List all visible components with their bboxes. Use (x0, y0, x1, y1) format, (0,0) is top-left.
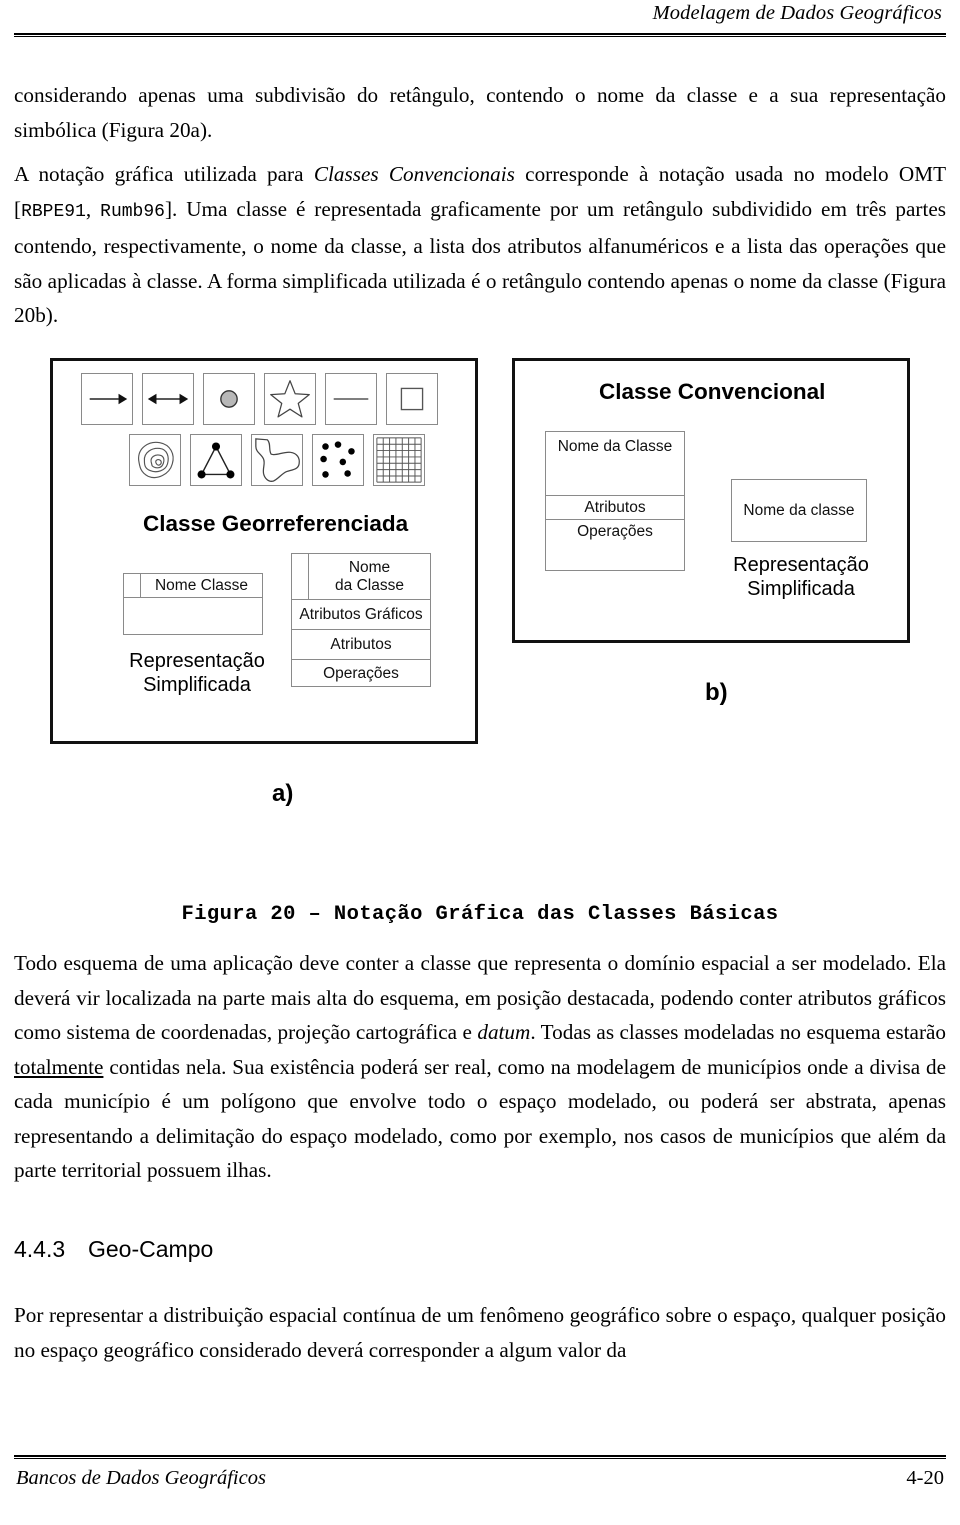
group-title-georreferenciada: Classe Georreferenciada (143, 511, 409, 536)
paragraph-2-sep: , (85, 196, 101, 221)
double-arrow-icon (142, 373, 194, 425)
figure-caption: Figura 20 – Notação Gráfica das Classes … (181, 903, 779, 926)
class-row-operations: Operações (323, 665, 399, 683)
paragraph-3-emphasis: datum (477, 1020, 531, 1044)
contour-lines-icon (129, 434, 181, 486)
class-box-conventional-simplified: Nome da classe (731, 479, 867, 542)
class-name-row: Nome Classe (124, 574, 262, 598)
paragraph-1: considerando apenas uma subdivisão do re… (14, 78, 946, 147)
header-rule (14, 33, 946, 37)
figure-panel-b-label: b) (705, 679, 728, 706)
triangle-network-icon (190, 434, 242, 486)
paragraph-4-text: Por representar a distribuição espacial … (14, 1303, 946, 1362)
class-row-graphic-attributes: Atributos Gráficos (292, 600, 430, 630)
section-title: Geo-Campo (88, 1236, 214, 1262)
class-box-geo-full: Nome da Classe Atributos Gráficos Atribu… (291, 553, 431, 687)
paragraph-4: Por representar a distribuição espacial … (14, 1298, 946, 1367)
geo-simplified-caption-line2: Simplificada (143, 674, 251, 697)
group-title-convencional: Classe Convencional (599, 379, 826, 404)
figure-panel-b: Classe Convencional Nome da Classe Atrib… (512, 358, 910, 643)
paragraph-2-emphasis: Classes Convencionais (313, 162, 515, 186)
figure-20: Classe Georreferenciada Nome Classe Repr… (0, 352, 960, 912)
regular-grid-icon (373, 434, 425, 486)
arrow-right-icon (81, 373, 133, 425)
class-row-name: Nome da classe (743, 501, 855, 519)
class-row-attributes: Atributos (546, 496, 684, 520)
filled-circle-icon (203, 373, 255, 425)
paragraph-3-part-b: . Todas as classes modeladas no esquema … (530, 1020, 946, 1044)
page-header: Modelagem de Dados Geográficos (0, 0, 960, 46)
class-name-line2: da Classe (335, 576, 404, 594)
class-name-label: Nome Classe (154, 576, 249, 594)
polygon-outline-icon (251, 434, 303, 486)
class-name-line1: Nome (348, 559, 391, 577)
citation-ref-2: Rumb96 (100, 201, 165, 222)
class-box-conventional-full: Nome da Classe Atributos Operações (545, 431, 685, 571)
conventional-simplified-caption-line1: Representação (733, 554, 869, 576)
paragraph-3: Todo esquema de uma aplicação deve conte… (14, 946, 946, 1188)
star-icon (264, 373, 316, 425)
sample-points-icon (312, 434, 364, 486)
running-header-title: Modelagem de Dados Geográficos (652, 2, 942, 24)
footer-rule (14, 1455, 946, 1459)
body-text-middle: Todo esquema de uma aplicação deve conte… (14, 946, 946, 1198)
paragraph-1-text: considerando apenas uma subdivisão do re… (14, 83, 946, 142)
conventional-simplified-caption: Representação Simplificada (715, 553, 887, 602)
class-name-label: Nome da Classe (309, 554, 430, 599)
body-text-top: considerando apenas uma subdivisão do re… (14, 78, 946, 343)
paragraph-3-underlined: totalmente (14, 1054, 104, 1079)
page-footer: Bancos de Dados Geográficos 4-20 (0, 1455, 960, 1503)
footer-page-number: 4-20 (906, 1467, 944, 1489)
line-segment-icon (325, 373, 377, 425)
conventional-simplified-caption-line2: Simplificada (747, 578, 855, 601)
class-stub-cell (292, 554, 309, 599)
footer-document-title: Bancos de Dados Geográficos (16, 1467, 266, 1489)
class-row-operations: Operações (577, 523, 653, 540)
symbol-row-top (81, 373, 438, 425)
class-stub-cell (124, 574, 141, 597)
paragraph-3-part-c: contidas nela. Sua existência poderá ser… (14, 1054, 946, 1183)
square-icon (386, 373, 438, 425)
paragraph-2-part-a: A notação gráfica utilizada para (14, 162, 314, 186)
class-row-attributes: Atributos (292, 630, 430, 660)
citation-ref-1: RBPE91 (21, 201, 86, 222)
class-row-name: Nome da Classe (546, 432, 684, 496)
class-box-geo-simplified: Nome Classe (123, 573, 263, 635)
symbol-row-bottom (129, 434, 425, 486)
section-number: 4.4.3 (14, 1236, 66, 1262)
geo-simplified-caption-line1: Representação (129, 650, 265, 672)
figure-panel-a-label: a) (272, 780, 294, 807)
body-text-bottom: Por representar a distribuição espacial … (14, 1298, 946, 1377)
paragraph-2: A notação gráfica utilizada para Classes… (14, 157, 946, 333)
class-name-row: Nome da Classe (292, 554, 430, 600)
figure-panel-a: Classe Georreferenciada Nome Classe Repr… (50, 358, 478, 744)
geo-simplified-caption: Representação Simplificada (109, 649, 285, 698)
section-heading: 4.4.3 Geo-Campo (14, 1236, 213, 1263)
